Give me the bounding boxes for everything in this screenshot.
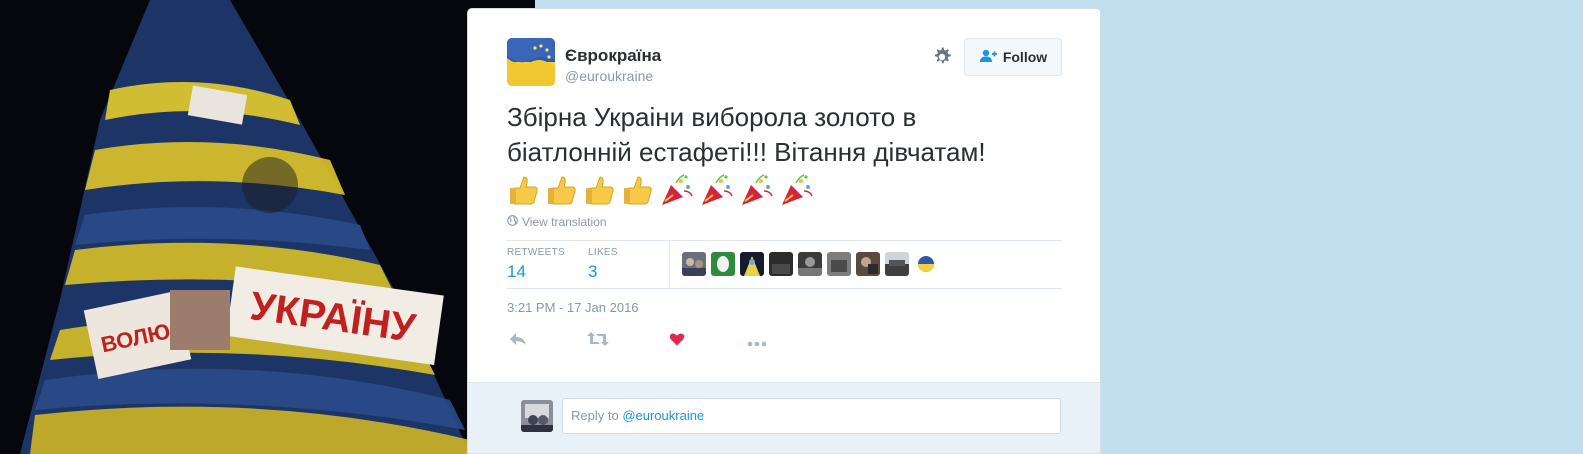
thumbs-up-icon (621, 173, 655, 207)
globe-icon (507, 215, 518, 229)
tweet-text-line: біатлонній естафеті!!! Вітання дівчатам! (507, 137, 986, 167)
view-translation-link[interactable]: View translation (507, 215, 607, 229)
liker-avatar[interactable] (798, 252, 822, 276)
likes-label: LIKES (588, 247, 618, 258)
tweet-text: Збірна Украіни виборола золото в біатлон… (507, 100, 1067, 208)
tweet-timestamp[interactable]: 3:21 PM - 17 Jan 2016 (507, 300, 639, 315)
tweet-card: Єврокраїна @euroukraine Follow Збірна Ук… (467, 8, 1101, 454)
party-popper-icon (739, 173, 775, 207)
likes-stat[interactable]: LIKES 3 (588, 247, 618, 282)
liker-avatar[interactable] (740, 252, 764, 276)
reply-mention: @euroukraine (622, 408, 705, 423)
view-translation-label: View translation (522, 215, 607, 229)
author-avatar[interactable] (507, 38, 555, 86)
liker-avatar[interactable] (769, 252, 793, 276)
retweets-label: RETWEETS (507, 247, 565, 258)
thumbs-up-icon (507, 173, 541, 207)
stats-divider (669, 241, 670, 288)
liker-avatar[interactable] (885, 252, 909, 276)
party-popper-icon (779, 173, 815, 207)
current-user-avatar (521, 400, 553, 432)
party-popper-icon (699, 173, 735, 207)
reply-input[interactable]: Reply to @euroukraine (562, 398, 1061, 434)
author-screenname[interactable]: @euroukraine (565, 68, 653, 84)
tweet-text-line: Збірна Украіни виборола золото в (507, 102, 917, 132)
liker-avatar[interactable] (827, 252, 851, 276)
party-popper-icon (659, 173, 695, 207)
liker-avatar[interactable] (682, 252, 706, 276)
author-fullname[interactable]: Єврокраїна (565, 46, 661, 66)
liker-avatar[interactable] (711, 252, 735, 276)
thumbs-up-icon (545, 173, 579, 207)
retweets-count: 14 (507, 262, 526, 281)
likers-avatars (682, 252, 938, 276)
likes-count: 3 (588, 262, 598, 281)
liker-avatar[interactable] (914, 252, 938, 276)
retweet-icon[interactable] (587, 331, 609, 352)
heart-icon[interactable] (669, 331, 685, 352)
add-user-icon (979, 49, 997, 66)
follow-button-label: Follow (1002, 49, 1048, 65)
emoji-row (507, 172, 1067, 208)
reply-prefix: Reply to (571, 408, 623, 423)
thumbs-up-icon (583, 173, 617, 207)
gear-icon[interactable] (930, 45, 954, 69)
background-photo: УКРАЇНУ ВОЛЮ (0, 0, 535, 454)
follow-button[interactable]: Follow (964, 38, 1062, 76)
tweet-stats: RETWEETS 14 LIKES 3 (507, 240, 1062, 289)
more-icon[interactable] (747, 335, 767, 353)
liker-avatar[interactable] (856, 252, 880, 276)
retweets-stat[interactable]: RETWEETS 14 (507, 247, 565, 282)
reply-icon[interactable] (509, 331, 527, 352)
reply-bar: Reply to @euroukraine (468, 382, 1100, 453)
